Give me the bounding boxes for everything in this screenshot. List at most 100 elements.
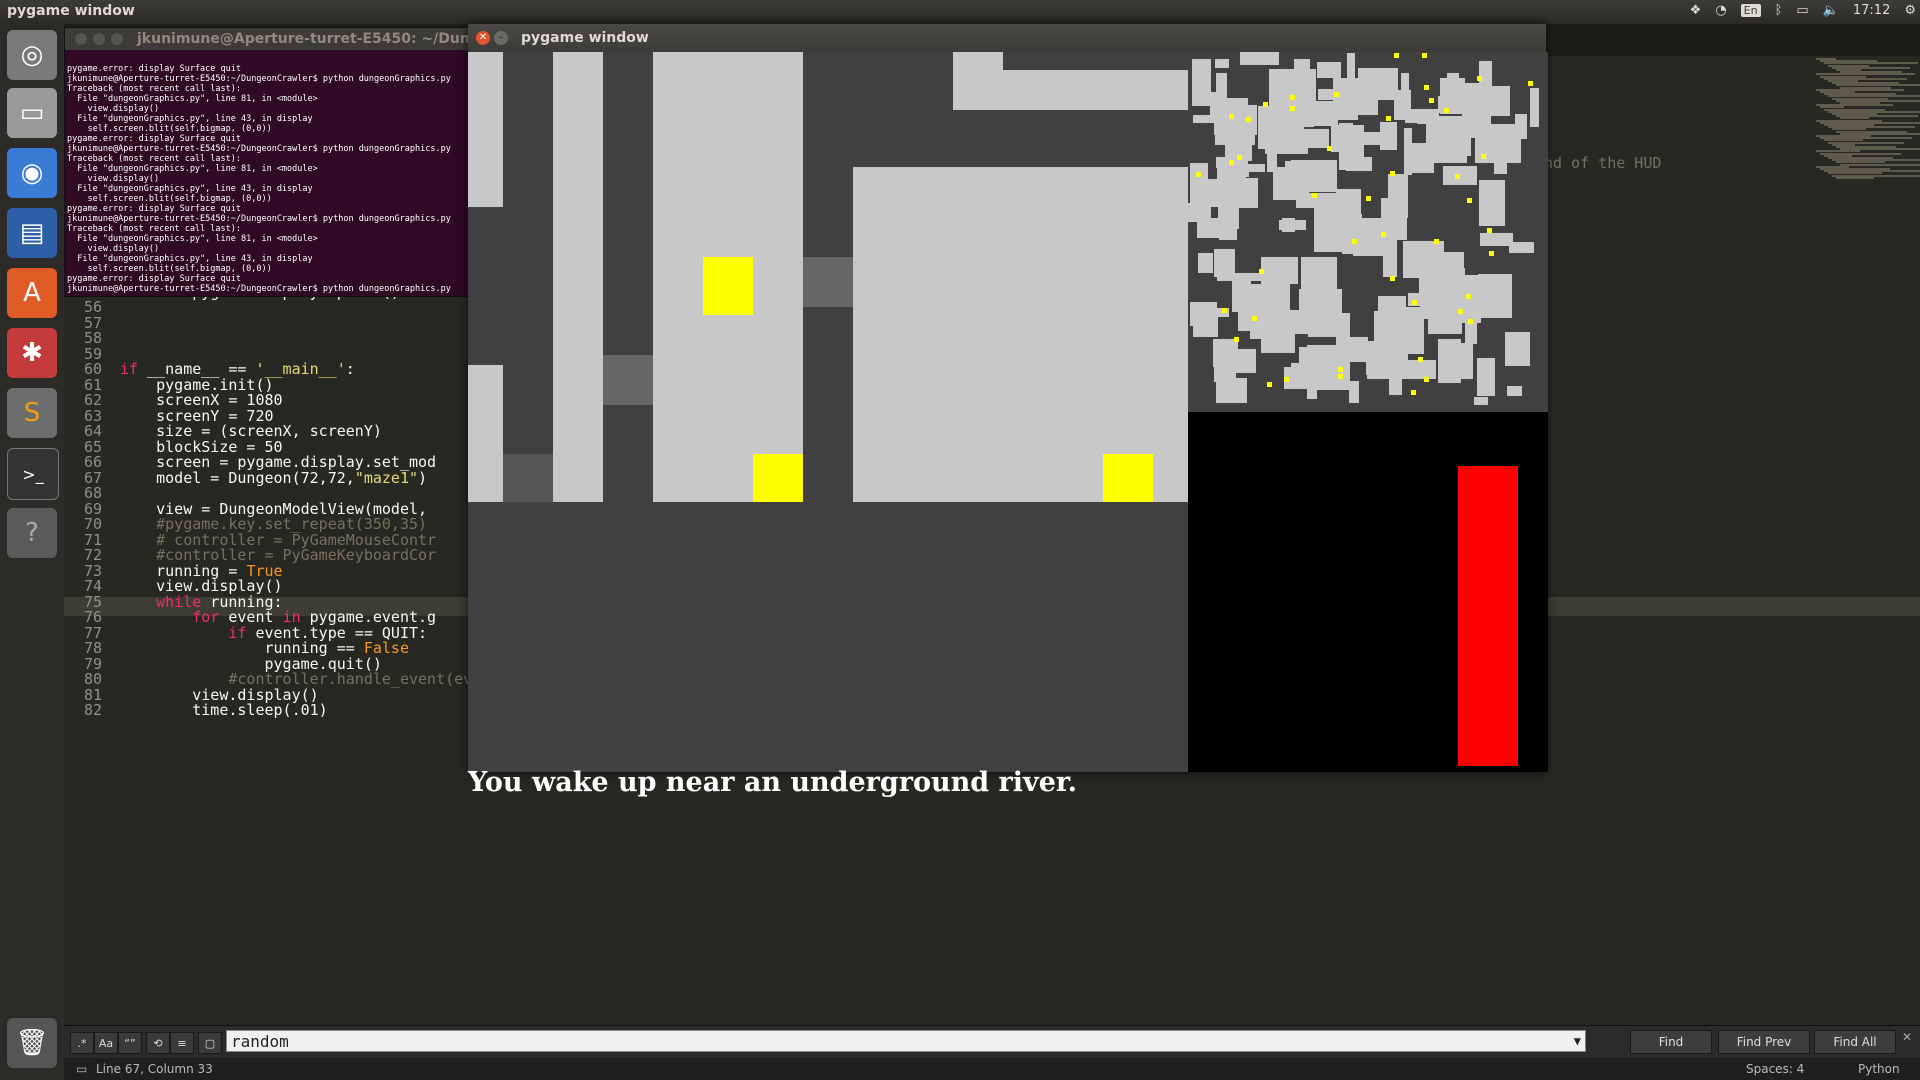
overview-room [1229, 164, 1265, 172]
overview-item [1444, 108, 1449, 113]
launcher: ◎ ▭ ◉ ▤ A ✱ S >_ ? 🗑 [0, 24, 65, 1080]
overview-room [1250, 305, 1283, 339]
overview-item [1528, 81, 1533, 86]
terminal-line: Traceback (most recent call last): [67, 84, 241, 94]
regex-toggle[interactable]: .* [70, 1032, 94, 1054]
volume-icon[interactable]: 🔈 [1823, 3, 1839, 18]
overview-room [1397, 360, 1436, 379]
terminal-line: File "dungeonGraphics.py", line 81, in <… [67, 164, 318, 174]
overview-room [1308, 313, 1350, 337]
code-line[interactable]: model = Dungeon(72,72,"maze1") [120, 469, 427, 487]
overview-item [1489, 251, 1494, 256]
active-window-title: pygame window [7, 3, 135, 19]
code-line[interactable]: time.sleep(.01) [120, 701, 327, 719]
terminal-line: self.screen.blit(self.bigmap, (0,0)) [67, 194, 272, 204]
terminal-line: jkunimune@Aperture-turret-E5450:~/Dungeo… [67, 284, 451, 294]
find-input[interactable]: random ▼ [226, 1030, 1586, 1052]
minimize-icon[interactable]: – [494, 31, 508, 45]
overview-item [1237, 155, 1242, 160]
overview-item [1418, 357, 1423, 362]
close-icon[interactable]: ✕ [476, 31, 490, 45]
overview-item [1327, 146, 1332, 151]
game-canvas[interactable]: You wake up near an underground river. [468, 52, 1548, 798]
gear-icon[interactable]: ⚙ [1904, 3, 1916, 18]
overview-item [1234, 337, 1239, 342]
files-drive-icon[interactable]: ▭ [7, 88, 57, 138]
software-center-icon[interactable]: A [7, 268, 57, 318]
overview-item [1487, 228, 1492, 233]
dungeon-tile [1103, 454, 1153, 502]
pygame-titlebar[interactable]: ✕ – pygame window [468, 24, 1546, 52]
status-monitor-icon[interactable]: ▭ [76, 1062, 87, 1076]
maximize-icon[interactable] [111, 33, 123, 45]
dungeon-tile [703, 257, 753, 315]
dropbox-icon[interactable]: ❖ [1690, 3, 1702, 18]
terminal-window[interactable]: jkunimune@Aperture-turret-E5450: ~/Dunge… [64, 27, 489, 297]
overview-room [1438, 339, 1461, 383]
wrap-icon[interactable]: ⟲ [146, 1032, 170, 1054]
battery-icon[interactable]: ▭ [1796, 3, 1808, 18]
system-settings-icon[interactable]: ✱ [7, 328, 57, 378]
terminal-icon[interactable]: >_ [7, 448, 59, 500]
unknown-app-icon[interactable]: ? [7, 508, 57, 558]
overview-room [1193, 308, 1218, 337]
overview-room [1349, 381, 1359, 403]
terminal-line: pygame.error: display Surface quit [67, 134, 241, 144]
overview-item [1424, 377, 1429, 382]
keyboard-layout-indicator[interactable]: En [1740, 4, 1761, 17]
find-prev-button[interactable]: Find Prev [1718, 1030, 1810, 1054]
dungeon-tile [953, 70, 1188, 110]
overview-item [1411, 390, 1416, 395]
overview-room [1215, 59, 1229, 68]
terminal-line: File "dungeonGraphics.py", line 43, in d… [67, 254, 313, 264]
ubuntu-dash-icon[interactable]: ◎ [7, 30, 57, 80]
case-sensitive-toggle[interactable]: Aa [94, 1032, 118, 1054]
overview-item [1466, 294, 1471, 299]
pygame-window[interactable]: ✕ – pygame window You wake up near an un… [468, 24, 1548, 798]
minimize-icon[interactable] [93, 33, 105, 45]
overview-room [1360, 134, 1383, 145]
overview-room [1240, 52, 1279, 65]
terminal-line: pygame.error: display Surface quit [67, 274, 241, 284]
writer-document-icon[interactable]: ▤ [7, 208, 57, 258]
terminal-output[interactable]: pygame.error: display Surface quit jkunim… [67, 64, 467, 294]
terminal-line: view.display() [67, 174, 160, 184]
overview-item [1477, 76, 1482, 81]
overview-room [1291, 363, 1314, 380]
terminal-line: jkunimune@Aperture-turret-E5450:~/Dungeo… [67, 144, 451, 154]
close-icon[interactable]: ✕ [1902, 1030, 1912, 1044]
in-selection-icon[interactable]: ≡ [170, 1032, 194, 1054]
overview-item [1455, 174, 1460, 179]
trash-icon[interactable]: 🗑 [7, 1018, 57, 1068]
chevron-down-icon[interactable]: ▼ [1574, 1031, 1581, 1052]
find-button[interactable]: Find [1630, 1030, 1712, 1054]
sublime-text-icon[interactable]: S [7, 388, 57, 438]
terminal-line: File "dungeonGraphics.py", line 81, in <… [67, 234, 318, 244]
overview-item [1259, 269, 1264, 274]
terminal-line: pygame.error: display Surface quit [67, 64, 241, 74]
overview-room [1210, 92, 1227, 119]
syntax-mode[interactable]: Python [1858, 1062, 1900, 1076]
overview-item [1381, 232, 1386, 237]
close-icon[interactable] [75, 33, 87, 45]
overview-room [1285, 161, 1330, 169]
terminal-line: Traceback (most recent call last): [67, 224, 241, 234]
health-bar [1458, 466, 1518, 766]
overview-item [1334, 92, 1339, 97]
bluetooth-icon[interactable]: ᛒ [1775, 3, 1783, 18]
whole-word-toggle[interactable]: “” [118, 1032, 142, 1054]
minimap[interactable] [1816, 58, 1920, 179]
dungeon-tile [853, 167, 1188, 502]
indentation-setting[interactable]: Spaces: 4 [1746, 1062, 1804, 1076]
overview-room [1192, 59, 1211, 106]
overview-item [1386, 116, 1391, 121]
overview-item [1422, 53, 1427, 58]
overview-room [1480, 233, 1513, 246]
terminal-titlebar[interactable]: jkunimune@Aperture-turret-E5450: ~/Dunge [65, 28, 489, 50]
clock[interactable]: 17:12 [1853, 3, 1890, 18]
find-all-button[interactable]: Find All [1814, 1030, 1896, 1054]
highlight-matches-icon[interactable]: ▢ [198, 1032, 222, 1054]
wifi-icon[interactable]: ◔ [1715, 3, 1726, 18]
chrome-icon[interactable]: ◉ [7, 148, 57, 198]
minimap-line [1836, 176, 1874, 179]
